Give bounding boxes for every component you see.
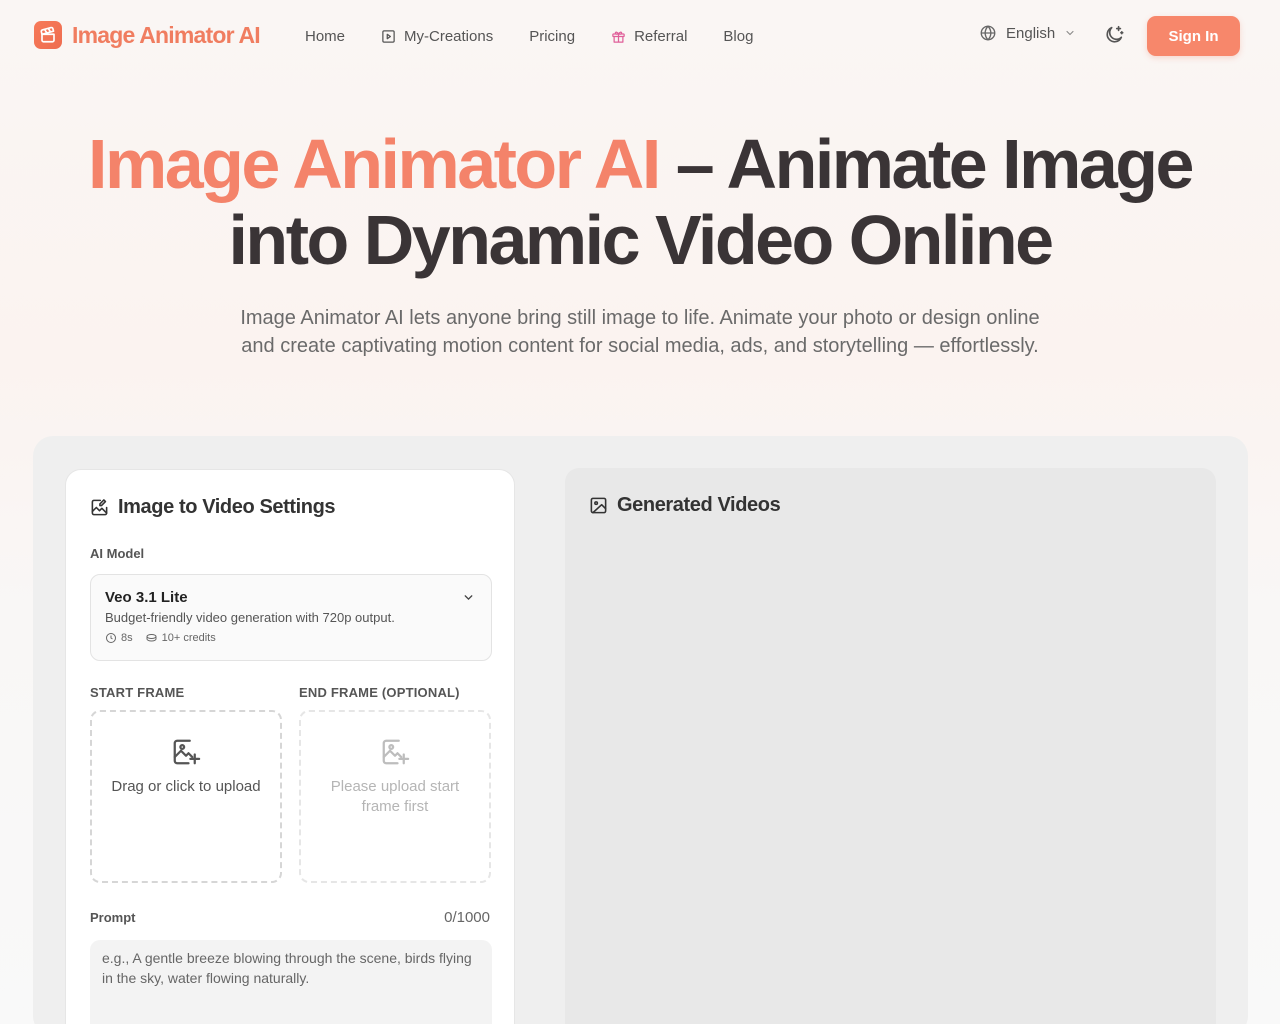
moon-stars-icon [1106, 25, 1124, 43]
page-title: Image Animator AI – Animate Image into D… [0, 126, 1280, 278]
nav-link-my-creations[interactable]: My-Creations [381, 28, 493, 45]
top-nav: Image Animator AI Home My-Creations Pric… [0, 0, 1280, 72]
nav-link-label: Referral [634, 27, 688, 45]
hero-subtitle: Image Animator AI lets anyone bring stil… [240, 307, 1040, 357]
model-description: Budget-friendly video generation with 72… [105, 610, 395, 625]
generated-videos-panel: Generated Videos [565, 468, 1216, 1024]
sign-in-button[interactable]: Sign In [1147, 16, 1240, 56]
brand-name: Image Animator AI [72, 21, 261, 48]
image-plus-icon [382, 739, 410, 765]
start-frame-upload[interactable]: Drag or click to upload [90, 710, 282, 883]
globe-icon [980, 25, 996, 41]
logo[interactable]: Image Animator AI [34, 21, 261, 49]
model-select[interactable]: Veo 3.1 Lite Budget-friendly video gener… [90, 574, 492, 661]
model-name: Veo 3.1 Lite [105, 589, 188, 606]
coins-icon [146, 634, 157, 642]
settings-card: Image to Video Settings AI Model Veo 3.1… [65, 469, 515, 1024]
start-frame-label: START FRAME [90, 685, 185, 700]
theme-toggle[interactable] [1103, 24, 1125, 51]
nav-link-referral[interactable]: Referral [611, 28, 687, 45]
prompt-char-count: 0/1000 [444, 909, 490, 926]
end-frame-label: END FRAME (OPTIONAL) [299, 685, 460, 700]
credits-value: 10+ credits [161, 632, 216, 644]
videos-title: Generated Videos [617, 494, 781, 516]
nav-link-home[interactable]: Home [305, 28, 345, 45]
model-duration: 8s [105, 632, 133, 644]
end-frame-text: Please upload start frame first [330, 778, 460, 815]
model-label: AI Model [90, 546, 145, 561]
title-line-2: into Dynamic Video Online [228, 201, 1054, 279]
title-rest: – Animate Image [658, 125, 1195, 203]
nav-link-label: My-Creations [404, 27, 494, 45]
nav-link-label: Blog [723, 27, 754, 45]
end-frame-upload: Please upload start frame first [299, 710, 491, 883]
nav-link-pricing[interactable]: Pricing [529, 28, 575, 45]
prompt-input[interactable] [90, 940, 492, 1024]
language-label: English [1006, 24, 1056, 42]
title-accent: Image Animator AI [88, 125, 661, 203]
clock-icon [106, 633, 116, 643]
language-selector[interactable]: English [979, 24, 1076, 42]
duration-value: 8s [121, 632, 133, 644]
image-plus-icon [173, 739, 201, 765]
image-edit-icon [91, 499, 108, 516]
prompt-label: Prompt [90, 910, 136, 925]
chevron-down-icon [1066, 30, 1074, 36]
settings-title: Image to Video Settings [118, 496, 336, 518]
gift-icon [612, 31, 625, 43]
play-square-icon [382, 29, 395, 43]
settings-heading: Image to Video Settings [90, 496, 336, 519]
nav-links: Home My-Creations Pricing Referral Blog [305, 0, 789, 72]
clapperboard-icon [34, 21, 62, 49]
model-credits: 10+ credits [145, 632, 216, 644]
nav-link-blog[interactable]: Blog [723, 28, 753, 45]
nav-link-label: Home [305, 27, 346, 45]
chevron-down-icon [464, 595, 473, 601]
start-frame-text: Drag or click to upload [111, 778, 261, 795]
nav-link-label: Pricing [529, 27, 576, 45]
image-icon [590, 497, 607, 514]
model-meta: 8s 10+ credits [105, 632, 216, 644]
videos-heading: Generated Videos [589, 494, 781, 517]
